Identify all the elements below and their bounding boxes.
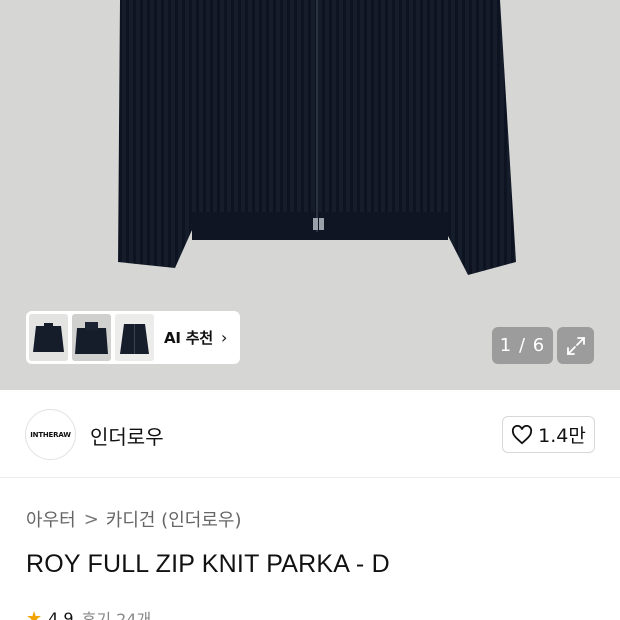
- rating-row[interactable]: ★ 4.9 후기 24개: [26, 606, 151, 620]
- expand-icon: [566, 336, 585, 355]
- expand-button[interactable]: [557, 327, 594, 364]
- like-count: 1.4만: [538, 425, 586, 447]
- image-pager: 1 / 6: [492, 327, 553, 364]
- jacket-thumb-3[interactable]: [115, 314, 154, 361]
- ai-recommend-bar[interactable]: AI 추천 ›: [26, 311, 240, 364]
- star-icon: ★: [26, 607, 43, 620]
- jacket-thumb-2[interactable]: [72, 314, 111, 361]
- review-count: 후기 24개: [81, 610, 152, 620]
- ai-recommend-label: AI 추천: [164, 329, 214, 347]
- jacket-thumb-1[interactable]: [29, 314, 68, 361]
- heart-icon: [512, 424, 533, 444]
- breadcrumb-item-cardigan[interactable]: 카디건 (인더로우): [106, 506, 242, 532]
- rating-value: 4.9: [48, 608, 74, 620]
- chevron-right-icon: ›: [221, 328, 228, 347]
- product-image-viewer[interactable]: AI 추천 › 1 / 6: [0, 0, 620, 390]
- like-button[interactable]: 1.4만: [502, 416, 595, 453]
- product-title: ROY FULL ZIP KNIT PARKA - D: [26, 550, 390, 578]
- brand-name[interactable]: 인더로우: [90, 421, 164, 450]
- title-fade-overlay: [410, 540, 620, 590]
- brand-row: INTHERAW 인더로우 1.4만: [0, 390, 620, 478]
- brand-logo[interactable]: INTHERAW: [25, 409, 76, 460]
- breadcrumb: 아우터 > 카디건 (인더로우): [26, 506, 241, 532]
- chevron-right-icon: >: [83, 508, 99, 530]
- breadcrumb-item-outer[interactable]: 아우터: [26, 506, 76, 532]
